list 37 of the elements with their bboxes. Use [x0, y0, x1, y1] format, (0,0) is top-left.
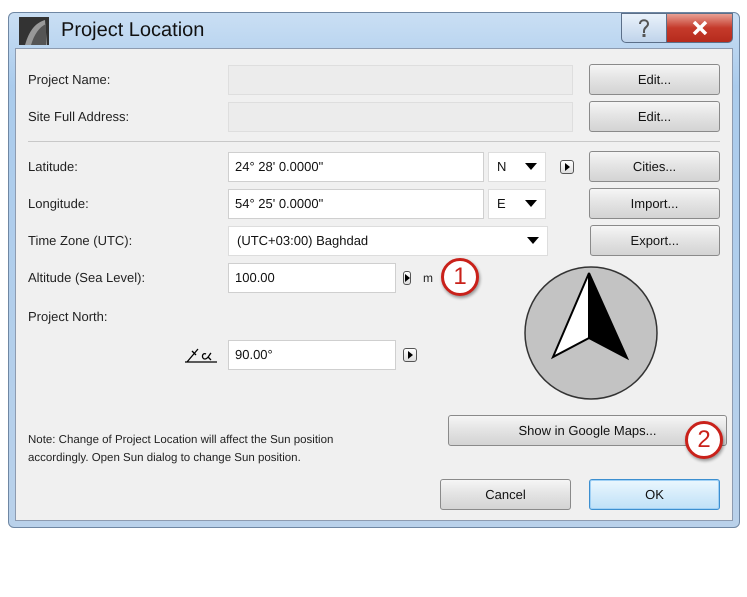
field-label: Altitude (Sea Level): [28, 270, 146, 285]
altitude-field[interactable]: 100.00 [228, 262, 396, 292]
time-zone-dropdown[interactable]: (UTC+03:00) Baghdad [228, 226, 548, 256]
hemisphere-dropdown[interactable]: N [488, 152, 546, 182]
field-label: Project North: [28, 308, 108, 324]
window-title: Project Location [61, 19, 204, 42]
help-icon [637, 18, 651, 38]
app-icon [19, 16, 49, 44]
field-label: Project Name: [28, 72, 112, 87]
angle-field[interactable]: 90.00° [228, 340, 396, 370]
stepper-arrow-button[interactable] [560, 160, 574, 174]
caret-icon [525, 200, 537, 207]
note-text: Note: Change of Project Location will affect the Sun position accordingly. Open Sun dialog to change Sun position. [28, 433, 334, 466]
dialog-button[interactable]: Cancel [440, 479, 571, 510]
hemisphere-dropdown[interactable]: E [488, 188, 546, 218]
field-label: Time Zone (UTC): [28, 233, 134, 248]
triangle-icon [564, 162, 570, 170]
stepper-arrow-button[interactable] [403, 270, 411, 284]
help-button[interactable] [621, 13, 667, 43]
caret-icon [525, 163, 537, 170]
triangle-icon [407, 350, 413, 358]
field-label: Longitude: [28, 196, 90, 211]
unit-label: m [423, 270, 433, 284]
caret-icon [526, 237, 539, 244]
field-label: Site Full Address: [28, 109, 130, 124]
close-icon [692, 21, 708, 35]
dialog-button[interactable]: Import... [589, 188, 720, 219]
close-button[interactable] [667, 13, 733, 43]
triangle-icon [404, 274, 410, 282]
dialog-button[interactable]: OK [589, 479, 720, 510]
export-button[interactable]: Export... [590, 225, 720, 256]
dialog-button[interactable]: Cities... [589, 151, 720, 182]
field-label: Latitude: [28, 159, 79, 174]
coordinate-field[interactable]: 54° 25' 0.0000" [228, 188, 484, 218]
stepper-arrow-button[interactable] [403, 348, 417, 362]
coordinate-field[interactable]: 24° 28' 0.0000" [228, 152, 484, 182]
callout-marker: 1 [441, 258, 479, 296]
